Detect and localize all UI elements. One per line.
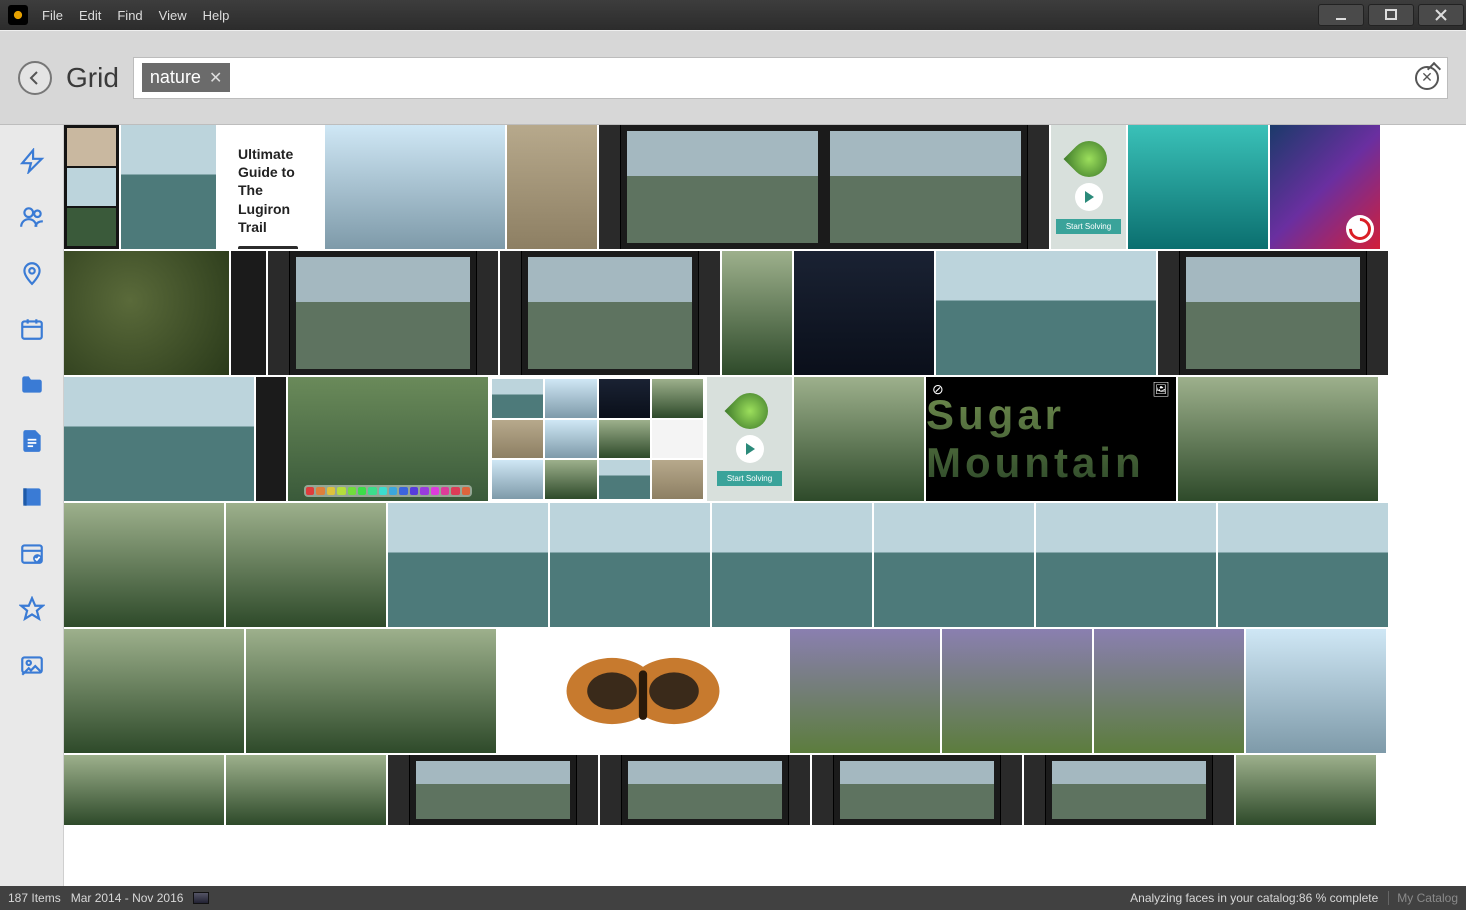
photo-thumb[interactable]: Sugar Mountain⊘ 🖼 bbox=[926, 377, 1176, 501]
folders-icon[interactable] bbox=[18, 371, 46, 399]
photo-thumb[interactable] bbox=[1158, 251, 1388, 375]
people-icon[interactable] bbox=[18, 203, 46, 231]
photo-thumb[interactable]: Ultimate Guide to The Lugiron Trail bbox=[218, 125, 323, 249]
thumb-play-label: Start Solving bbox=[1056, 219, 1121, 234]
catalog-name[interactable]: My Catalog bbox=[1388, 891, 1458, 905]
photo-thumb[interactable] bbox=[507, 125, 597, 249]
photo-thumb[interactable]: Start Solving bbox=[707, 377, 792, 501]
photo-thumb[interactable]: Start Solving bbox=[1051, 125, 1126, 249]
photo-thumb[interactable] bbox=[722, 251, 792, 375]
menu-file[interactable]: File bbox=[36, 6, 69, 25]
favorite-icon[interactable] bbox=[18, 595, 46, 623]
search-input[interactable] bbox=[236, 65, 1409, 91]
timeline-icon[interactable] bbox=[193, 892, 209, 904]
photo-thumb[interactable] bbox=[1218, 503, 1388, 627]
photo-thumb[interactable] bbox=[64, 377, 254, 501]
window-maximize-button[interactable] bbox=[1368, 4, 1414, 26]
info-icon[interactable] bbox=[18, 427, 46, 455]
titlebar: File Edit Find View Help bbox=[0, 0, 1466, 30]
photo-thumb[interactable] bbox=[550, 503, 710, 627]
main-menu: File Edit Find View Help bbox=[36, 6, 235, 25]
menu-help[interactable]: Help bbox=[197, 6, 236, 25]
photo-thumb[interactable] bbox=[794, 251, 934, 375]
photo-thumb[interactable] bbox=[64, 125, 119, 249]
album-icon[interactable] bbox=[18, 483, 46, 511]
play-icon bbox=[736, 435, 764, 463]
photo-thumb[interactable] bbox=[1024, 755, 1234, 825]
photo-thumb[interactable] bbox=[812, 755, 1022, 825]
photo-thumb[interactable] bbox=[256, 377, 286, 501]
photo-grid[interactable]: Ultimate Guide to The Lugiron Trail Start… bbox=[64, 125, 1466, 886]
photo-thumb[interactable] bbox=[226, 503, 386, 627]
menu-edit[interactable]: Edit bbox=[73, 6, 107, 25]
photo-thumb[interactable] bbox=[246, 629, 496, 753]
photo-thumb[interactable] bbox=[1270, 125, 1380, 249]
play-icon bbox=[1075, 183, 1103, 211]
stack-icon: 🖼 bbox=[1152, 381, 1170, 398]
photo-thumb[interactable] bbox=[231, 251, 266, 375]
photo-thumb[interactable] bbox=[1036, 503, 1216, 627]
photo-thumb[interactable] bbox=[874, 503, 1034, 627]
search-tag-label: nature bbox=[150, 67, 201, 88]
photo-thumb[interactable] bbox=[1178, 377, 1378, 501]
photo-thumb[interactable] bbox=[1246, 629, 1386, 753]
search-tag-chip: nature ✕ bbox=[142, 63, 230, 92]
search-field[interactable]: nature ✕ ✕ bbox=[133, 57, 1448, 99]
photo-thumb[interactable] bbox=[600, 755, 810, 825]
thumb-play-label: Start Solving bbox=[717, 471, 782, 486]
photo-thumb[interactable] bbox=[942, 629, 1092, 753]
photo-thumb[interactable] bbox=[226, 755, 386, 825]
window-close-button[interactable] bbox=[1418, 4, 1464, 26]
thumb-text-overlay: Sugar Mountain bbox=[926, 391, 1176, 487]
photo-thumb[interactable] bbox=[1128, 125, 1268, 249]
photo-thumb[interactable] bbox=[288, 377, 488, 501]
media-icon[interactable] bbox=[18, 651, 46, 679]
photo-thumb[interactable] bbox=[64, 503, 224, 627]
photo-thumb[interactable] bbox=[64, 251, 229, 375]
no-sync-icon: ⊘ bbox=[932, 381, 944, 398]
analyzing-status: Analyzing faces in your catalog:86 % com… bbox=[1130, 891, 1378, 905]
photo-thumb[interactable] bbox=[388, 503, 548, 627]
search-bar: Grid nature ✕ ✕ bbox=[0, 30, 1466, 125]
photo-thumb[interactable] bbox=[268, 251, 498, 375]
photo-thumb[interactable] bbox=[599, 125, 1049, 249]
item-count: 187 Items bbox=[8, 891, 61, 905]
photo-thumb[interactable] bbox=[64, 629, 244, 753]
photo-thumb[interactable] bbox=[490, 377, 705, 501]
instant-fix-icon[interactable] bbox=[18, 147, 46, 175]
photo-thumb[interactable] bbox=[790, 629, 940, 753]
thumb-doc-title: Ultimate Guide to The Lugiron Trail bbox=[238, 145, 303, 236]
places-icon[interactable] bbox=[18, 259, 46, 287]
photo-thumb[interactable] bbox=[388, 755, 598, 825]
photo-thumb[interactable] bbox=[1094, 629, 1244, 753]
status-bar: 187 Items Mar 2014 - Nov 2016 Analyzing … bbox=[0, 886, 1466, 910]
photo-thumb[interactable] bbox=[121, 125, 216, 249]
events-icon[interactable] bbox=[18, 315, 46, 343]
photo-thumb[interactable] bbox=[1236, 755, 1376, 825]
auto-curate-icon[interactable] bbox=[18, 539, 46, 567]
back-button[interactable] bbox=[18, 61, 52, 95]
window-minimize-button[interactable] bbox=[1318, 4, 1364, 26]
photo-thumb[interactable] bbox=[498, 629, 788, 753]
photo-thumb[interactable] bbox=[500, 251, 720, 375]
photo-thumb[interactable] bbox=[936, 251, 1156, 375]
left-sidebar bbox=[0, 125, 64, 886]
date-range: Mar 2014 - Nov 2016 bbox=[71, 891, 184, 905]
menu-view[interactable]: View bbox=[153, 6, 193, 25]
menu-find[interactable]: Find bbox=[111, 6, 148, 25]
photo-thumb[interactable] bbox=[794, 377, 924, 501]
remove-tag-button[interactable]: ✕ bbox=[209, 68, 222, 88]
photo-thumb[interactable] bbox=[712, 503, 872, 627]
app-icon bbox=[8, 5, 28, 25]
creative-cloud-icon bbox=[1346, 215, 1374, 243]
photo-thumb[interactable] bbox=[325, 125, 505, 249]
view-label: Grid bbox=[66, 62, 119, 94]
photo-thumb[interactable] bbox=[64, 755, 224, 825]
clear-search-button[interactable]: ✕ bbox=[1415, 66, 1439, 90]
